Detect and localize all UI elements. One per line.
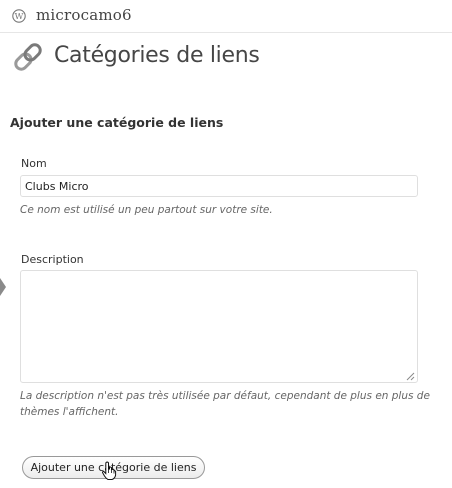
name-help-text: Ce nom est utilisé un peu partout sur vo…	[20, 204, 273, 216]
wordpress-icon[interactable]: W	[12, 9, 26, 23]
description-help-line-2: thèmes l'affichent.	[20, 406, 119, 418]
collapse-arrow-icon	[0, 278, 6, 296]
form-heading: Ajouter une catégorie de liens	[10, 115, 224, 130]
name-label: Nom	[21, 157, 47, 170]
description-field[interactable]	[20, 270, 418, 383]
svg-text:W: W	[15, 12, 24, 22]
page-title: Catégories de liens	[54, 43, 260, 68]
description-label: Description	[21, 253, 84, 266]
links-icon	[14, 43, 42, 71]
resize-handle-icon[interactable]	[405, 371, 415, 381]
description-help-line-1: La description n'est pas très utilisée p…	[20, 390, 430, 402]
name-field[interactable]	[20, 175, 418, 197]
site-name-link[interactable]: microcamo6	[36, 6, 132, 24]
site-header-bar: W microcamo6	[0, 0, 452, 33]
hand-cursor-icon	[101, 461, 117, 480]
